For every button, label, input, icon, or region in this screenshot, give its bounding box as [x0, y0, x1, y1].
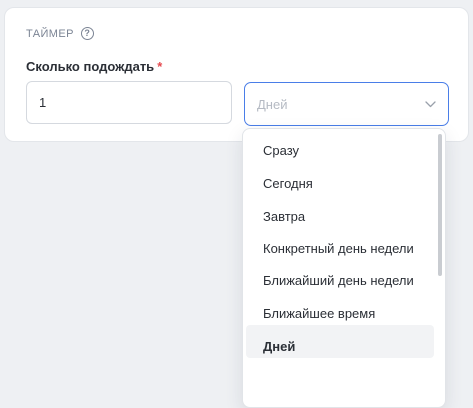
question-circle-icon[interactable]: ? — [80, 27, 94, 40]
option-days[interactable]: Дней — [246, 325, 434, 358]
option-now[interactable]: Сразу — [243, 129, 437, 162]
option-specific-weekday[interactable]: Конкретный день недели — [243, 228, 437, 260]
section-title-text: ТАЙМЕР — [26, 27, 74, 40]
time-unit-select[interactable]: Дней — [244, 82, 449, 126]
timer-card: ТАЙМЕР ? Сколько подождать * 1 Дней — [4, 7, 469, 142]
wait-duration-label-text: Сколько подождать — [26, 59, 155, 74]
option-nearest-weekday[interactable]: Ближайший день недели — [243, 260, 437, 292]
time-unit-placeholder: Дней — [257, 96, 288, 112]
option-tomorrow[interactable]: Завтра — [243, 195, 437, 228]
option-today[interactable]: Сегодня — [243, 162, 437, 195]
chevron-down-icon — [424, 98, 436, 110]
option-nearest-time[interactable]: Ближайшее время — [243, 292, 437, 325]
section-title: ТАЙМЕР ? — [26, 27, 94, 40]
dropdown-options-list: Сразу Сегодня Завтра Конкретный день нед… — [243, 129, 437, 358]
time-unit-dropdown: Сразу Сегодня Завтра Конкретный день нед… — [242, 128, 446, 408]
required-mark: * — [157, 59, 163, 74]
wait-duration-label: Сколько подождать * — [26, 59, 162, 74]
dropdown-scrollbar[interactable] — [438, 134, 442, 276]
wait-amount-value: 1 — [39, 95, 47, 110]
wait-amount-input[interactable]: 1 — [26, 81, 232, 124]
